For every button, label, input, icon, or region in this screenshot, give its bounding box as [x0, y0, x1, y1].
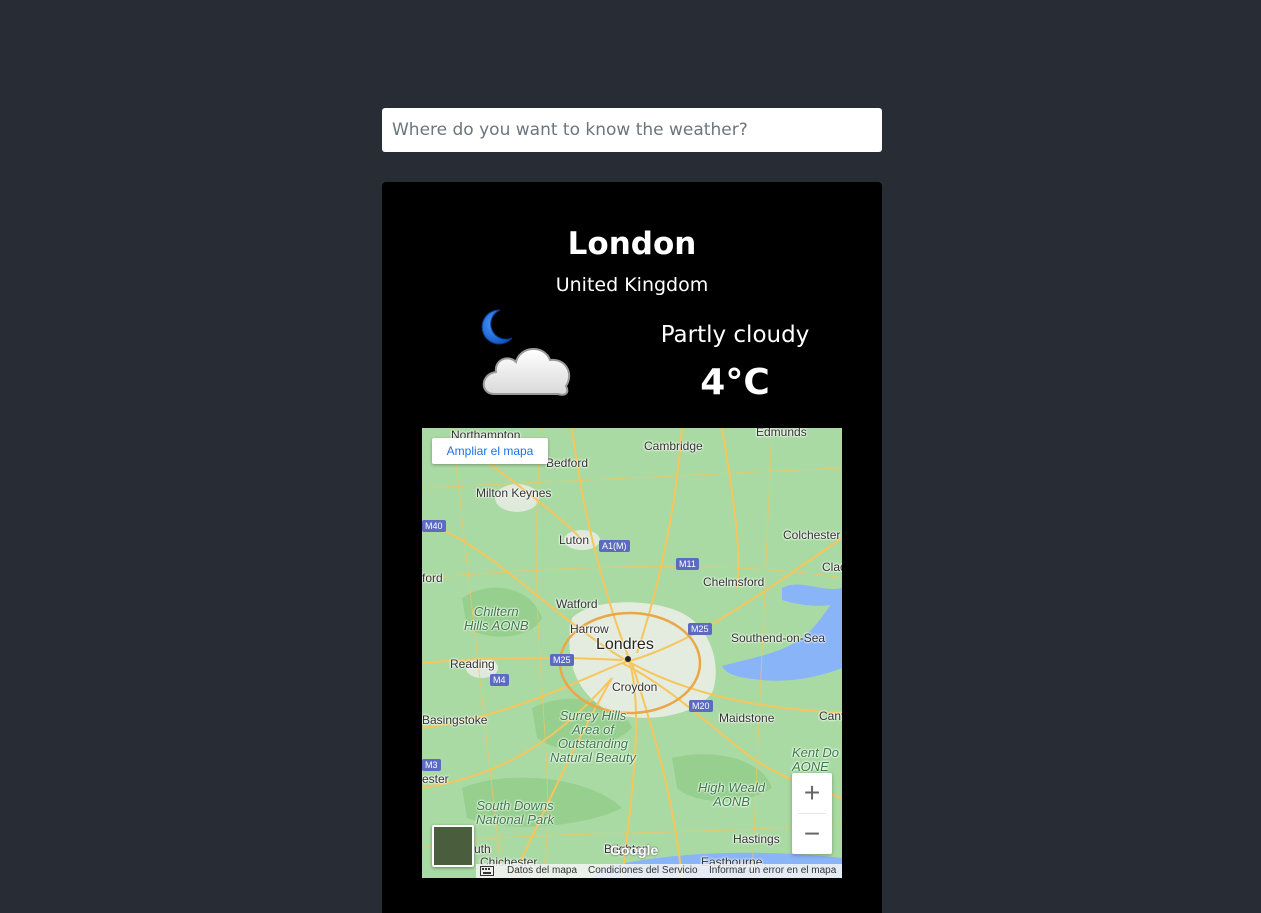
map-label-harrow: Harrow: [570, 622, 609, 636]
map-label-surrey-hills: Surrey Hills Area of Outstanding Natural…: [550, 708, 636, 765]
country-name: United Kingdom: [555, 274, 709, 296]
location-map[interactable]: Northampton Cambridge Edmunds Bedford Mi…: [422, 428, 842, 878]
enlarge-map-button[interactable]: Ampliar el mapa: [432, 438, 548, 464]
map-label-basingstoke: Basingstoke: [422, 713, 488, 727]
map-label-edmunds: Edmunds: [756, 428, 807, 439]
map-zoom-control: + −: [792, 773, 832, 854]
motorway-shield-m20: M20: [689, 700, 713, 712]
map-label-kent: Kent Do AONE: [792, 745, 839, 774]
map-label-ester: ester: [422, 772, 449, 786]
map-label-chiltern: Chiltern Hills AONB: [464, 604, 529, 633]
map-label-colchester: Colchester: [783, 528, 841, 542]
keyboard-icon[interactable]: [480, 866, 494, 876]
partly-cloudy-night-icon: [481, 309, 571, 396]
map-label-cambridge: Cambridge: [644, 439, 703, 453]
map-label-hastings: Hastings: [733, 832, 780, 846]
city-name: London: [567, 226, 697, 262]
temperature: 4°C: [700, 362, 770, 403]
map-label-uth: uth: [474, 842, 491, 856]
motorway-shield-m25-east: M25: [688, 623, 712, 635]
map-label-high-weald: High Weald AONB: [698, 780, 765, 809]
zoom-in-button[interactable]: +: [792, 773, 832, 813]
map-label-southend: Southend-on-Sea: [731, 631, 826, 645]
zoom-out-button[interactable]: −: [792, 814, 832, 854]
map-label-south-downs: South Downs National Park: [476, 798, 555, 827]
map-label-luton: Luton: [559, 533, 590, 547]
map-label-cant: Cant: [819, 709, 842, 723]
map-label-croydon: Croydon: [612, 680, 658, 694]
map-label-londres: Londres: [596, 636, 654, 653]
weather-condition: Partly cloudy: [660, 322, 810, 348]
motorway-shield-m40: M40: [422, 520, 446, 532]
motorway-shield-m4: M4: [490, 674, 509, 686]
weather-card: London United Kingdom Partly cloudy 4°C: [382, 182, 882, 913]
motorway-shield-m3: M3: [422, 759, 441, 771]
map-footer: Datos del mapa Condiciones del Servicio …: [422, 864, 842, 878]
motorway-shield-m11: M11: [676, 558, 699, 570]
map-label-bedford: Bedford: [546, 456, 589, 470]
map-label-milton-keynes: Milton Keynes: [476, 486, 552, 500]
google-logo: Google: [610, 842, 659, 858]
map-data-link[interactable]: Datos del mapa: [507, 865, 577, 876]
terms-link[interactable]: Condiciones del Servicio: [588, 865, 698, 876]
map-label-reading: Reading: [450, 657, 495, 671]
report-error-link[interactable]: Informar un error en el mapa: [709, 865, 836, 876]
map-label-maidstone: Maidstone: [719, 711, 775, 725]
search-input[interactable]: [382, 108, 882, 152]
map-label-clac: Clac: [822, 560, 842, 574]
satellite-view-toggle[interactable]: [432, 825, 474, 867]
road-shield-a1m: A1(M): [599, 540, 630, 552]
map-label-ford: ford: [422, 571, 443, 585]
motorway-shield-m25-west: M25: [550, 654, 574, 666]
map-label-chelmsford: Chelmsford: [703, 575, 765, 589]
map-label-watford: Watford: [556, 597, 598, 611]
